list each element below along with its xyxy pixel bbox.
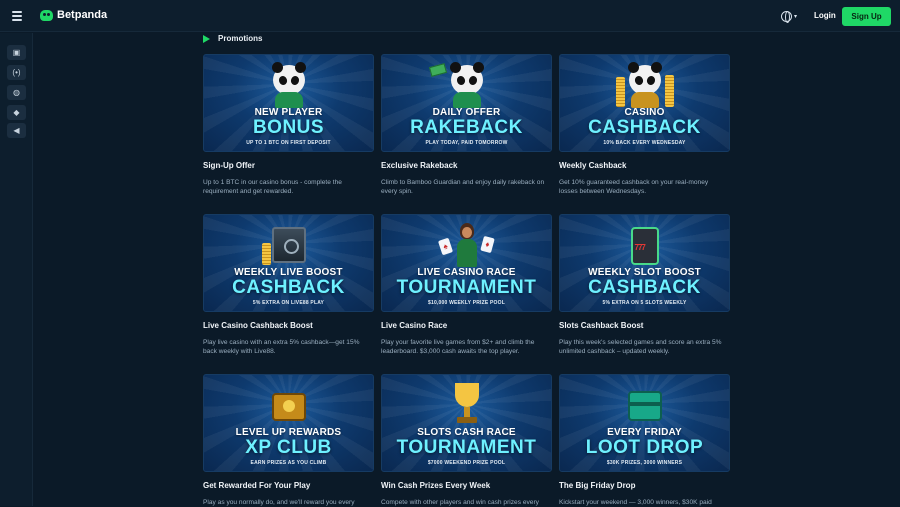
banner-small-text: $10,000 WEEKLY PRIZE POOL <box>428 300 505 306</box>
panda-illustration <box>266 61 312 108</box>
promo-banner[interactable]: CASINO CASHBACK 10% BACK EVERY WEDNESDAY <box>559 54 730 152</box>
panda-coins-illustration <box>615 61 674 108</box>
logo[interactable]: Betpanda <box>40 9 107 21</box>
banner-small-text: $30K PRIZES, 3000 WINNERS <box>606 460 683 466</box>
promo-card[interactable]: CASINO CASHBACK 10% BACK EVERY WEDNESDAY… <box>559 54 730 197</box>
promotions-icon[interactable]: ◀ <box>7 123 26 138</box>
card-description: Play your favorite live games from $2+ a… <box>381 339 535 356</box>
promo-banner[interactable]: NEW PLAYER BONUS UP TO 1 BTC ON FIRST DE… <box>203 54 374 152</box>
panda-with-cash-illustration <box>428 61 490 108</box>
card-description: Up to 1 BTC in our casino bonus - comple… <box>203 179 342 196</box>
dealer-illustration: ♠ ♦ <box>437 221 495 267</box>
banner-big-text: CASHBACK <box>588 117 701 138</box>
card-title[interactable]: Weekly Cashback <box>559 161 730 170</box>
promo-banner[interactable]: WEEKLY LIVE BOOST CASHBACK 5% EXTRA ON L… <box>203 214 374 312</box>
card-title[interactable]: Slots Cashback Boost <box>559 321 730 330</box>
banner-small-text: PLAY TODAY, PAID TOMORROW <box>425 140 508 146</box>
card-description: Play live casino with an extra 5% cashba… <box>203 339 360 356</box>
banner-big-text: TOURNAMENT <box>396 437 537 458</box>
banner-big-text: TOURNAMENT <box>396 277 537 298</box>
promo-card[interactable]: WEEKLY LIVE BOOST CASHBACK 5% EXTRA ON L… <box>203 214 374 357</box>
card-title[interactable]: The Big Friday Drop <box>559 481 730 490</box>
logo-text: Betpanda <box>57 9 108 21</box>
banner-small-text: 5% EXTRA ON 5 SLOTS WEEKLY <box>602 300 687 306</box>
page-title: Promotions <box>218 34 263 43</box>
banner-big-text: BONUS <box>252 117 325 138</box>
promo-card[interactable]: ♠ ♦ LIVE CASINO RACE TOURNAMENT $10,000 … <box>381 214 552 357</box>
banner-big-text: RAKEBACK <box>410 117 523 138</box>
sidebar: ▣ (•) ◍ ◆ ◀ <box>0 33 33 506</box>
card-title[interactable]: Win Cash Prizes Every Week <box>381 481 552 490</box>
card-title[interactable]: Sign-Up Offer <box>203 161 374 170</box>
signup-button[interactable]: Sign Up <box>842 7 891 26</box>
megaphone-icon <box>203 34 213 43</box>
games-icon[interactable]: ◆ <box>7 105 26 120</box>
globe-icon[interactable] <box>781 11 792 23</box>
promo-banner[interactable]: LEVEL UP REWARDS XP CLUB EARN PRIZES AS … <box>203 374 374 472</box>
promo-card[interactable]: EVERY FRIDAY LOOT DROP $30K PRIZES, 3000… <box>559 374 730 507</box>
card-title[interactable]: Exclusive Rakeback <box>381 161 552 170</box>
card-description: Climb to Bamboo Guardian and enjoy daily… <box>381 179 545 196</box>
banner-big-text: LOOT DROP <box>585 437 704 458</box>
promo-banner[interactable]: ♠ ♦ LIVE CASINO RACE TOURNAMENT $10,000 … <box>381 214 552 312</box>
promo-banner[interactable]: DAILY OFFER RAKEBACK PLAY TODAY, PAID TO… <box>381 54 552 152</box>
casino-icon[interactable]: ▣ <box>7 45 26 60</box>
slot-machine-illustration <box>622 221 668 267</box>
banner-small-text: EARN PRIZES AS YOU CLIMB <box>250 460 327 466</box>
section-header: Promotions <box>203 34 262 43</box>
banner-small-text: UP TO 1 BTC ON FIRST DEPOSIT <box>246 140 331 146</box>
banner-small-text: $7000 WEEKEND PRIZE POOL <box>427 460 506 466</box>
promo-banner[interactable]: WEEKLY SLOT BOOST CASHBACK 5% EXTRA ON 5… <box>559 214 730 312</box>
banner-big-text: XP CLUB <box>245 437 332 458</box>
promo-card[interactable]: NEW PLAYER BONUS UP TO 1 BTC ON FIRST DE… <box>203 54 374 197</box>
sports-icon[interactable]: ◍ <box>7 85 26 100</box>
card-title[interactable]: Live Casino Race <box>381 321 552 330</box>
card-description: Get 10% guaranteed cashback on your real… <box>559 179 709 196</box>
live-icon[interactable]: (•) <box>7 65 26 80</box>
loot-box-illustration <box>622 381 668 427</box>
top-bar: Betpanda ▾ Login Sign Up <box>0 0 900 32</box>
card-title[interactable]: Get Rewarded For Your Play <box>203 481 374 490</box>
chevron-down-icon[interactable]: ▾ <box>794 13 797 20</box>
treasure-chest-illustration <box>266 381 312 427</box>
card-title[interactable]: Live Casino Cashback Boost <box>203 321 374 330</box>
menu-icon[interactable] <box>12 11 22 21</box>
promo-card[interactable]: DAILY OFFER RAKEBACK PLAY TODAY, PAID TO… <box>381 54 552 197</box>
trophy-illustration <box>444 381 490 427</box>
login-button[interactable]: Login <box>808 9 842 22</box>
promo-card[interactable]: SLOTS CASH RACE TOURNAMENT $7000 WEEKEND… <box>381 374 552 507</box>
banner-big-text: CASHBACK <box>588 277 701 298</box>
panda-logo-icon <box>40 9 53 21</box>
card-description: Play this week's selected games and scor… <box>559 339 722 356</box>
banner-small-text: 10% BACK EVERY WEDNESDAY <box>603 140 686 146</box>
promo-card[interactable]: LEVEL UP REWARDS XP CLUB EARN PRIZES AS … <box>203 374 374 507</box>
banner-big-text: CASHBACK <box>232 277 345 298</box>
safe-illustration <box>261 221 312 267</box>
promo-card[interactable]: WEEKLY SLOT BOOST CASHBACK 5% EXTRA ON 5… <box>559 214 730 357</box>
promo-banner[interactable]: SLOTS CASH RACE TOURNAMENT $7000 WEEKEND… <box>381 374 552 472</box>
banner-small-text: 5% EXTRA ON LIVE88 PLAY <box>252 300 325 306</box>
promo-banner[interactable]: EVERY FRIDAY LOOT DROP $30K PRIZES, 3000… <box>559 374 730 472</box>
